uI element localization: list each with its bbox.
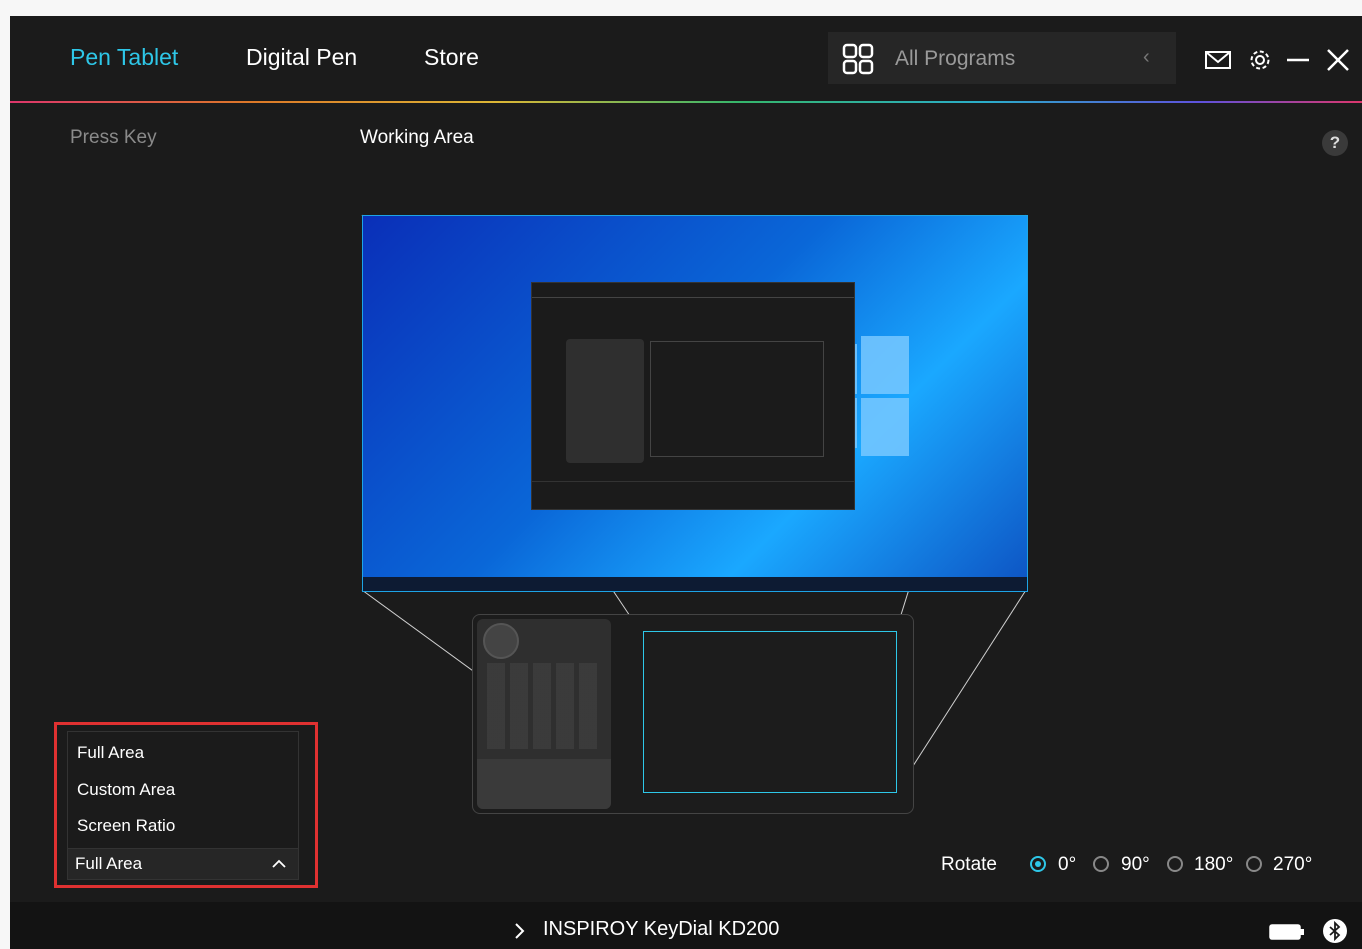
program-selector-label: All Programs	[895, 47, 1016, 70]
tab-pen-tablet[interactable]: Pen Tablet	[70, 44, 178, 71]
rotate-0-radio[interactable]	[1030, 856, 1046, 872]
rotate-180-radio[interactable]	[1167, 856, 1183, 872]
subtab-press-key[interactable]: Press Key	[70, 127, 157, 149]
rotate-180-label: 180°	[1194, 854, 1234, 875]
minimize-icon[interactable]	[1284, 46, 1312, 74]
chevron-left-icon[interactable]: ‹	[1143, 46, 1150, 69]
chevron-right-icon[interactable]	[513, 922, 527, 940]
chevron-up-icon	[272, 859, 286, 868]
tab-digital-pen[interactable]: Digital Pen	[246, 44, 357, 71]
device-name[interactable]: INSPIROY KeyDial KD200	[543, 918, 779, 941]
rotate-270-radio[interactable]	[1246, 856, 1262, 872]
screen-taskbar	[363, 577, 1027, 591]
rotate-90-radio[interactable]	[1093, 856, 1109, 872]
tablet-keypad	[477, 619, 611, 809]
tablet-preview	[472, 614, 914, 814]
area-dropdown-list: Full Area Custom Area Screen Ratio	[67, 731, 299, 850]
rotate-label: Rotate	[941, 854, 997, 875]
app-window: Pen Tablet Digital Pen Store All Program…	[10, 16, 1362, 949]
help-icon[interactable]: ?	[1322, 130, 1348, 156]
tab-store[interactable]: Store	[424, 44, 479, 71]
option-full-area[interactable]: Full Area	[77, 743, 144, 763]
rotate-90-label: 90°	[1121, 854, 1150, 875]
gear-icon[interactable]	[1246, 46, 1274, 74]
program-selector[interactable]: All Programs ‹	[828, 32, 1176, 84]
screen-preview	[362, 215, 1028, 592]
option-custom-area[interactable]: Custom Area	[77, 780, 175, 800]
option-screen-ratio[interactable]: Screen Ratio	[77, 816, 175, 836]
area-mode-select[interactable]: Full Area	[67, 848, 299, 880]
screen-app-thumbnail	[531, 282, 855, 510]
header-divider	[10, 101, 1362, 103]
battery-icon	[1269, 924, 1304, 940]
subtab-working-area[interactable]: Working Area	[360, 127, 474, 149]
rotate-0-label: 0°	[1058, 854, 1077, 875]
active-area-frame	[643, 631, 897, 793]
close-icon[interactable]	[1324, 46, 1352, 74]
apps-grid-icon	[842, 43, 874, 75]
bluetooth-icon	[1323, 919, 1347, 943]
area-mode-value: Full Area	[75, 854, 143, 873]
mail-icon[interactable]	[1204, 46, 1232, 74]
rotate-270-label: 270°	[1273, 854, 1313, 875]
